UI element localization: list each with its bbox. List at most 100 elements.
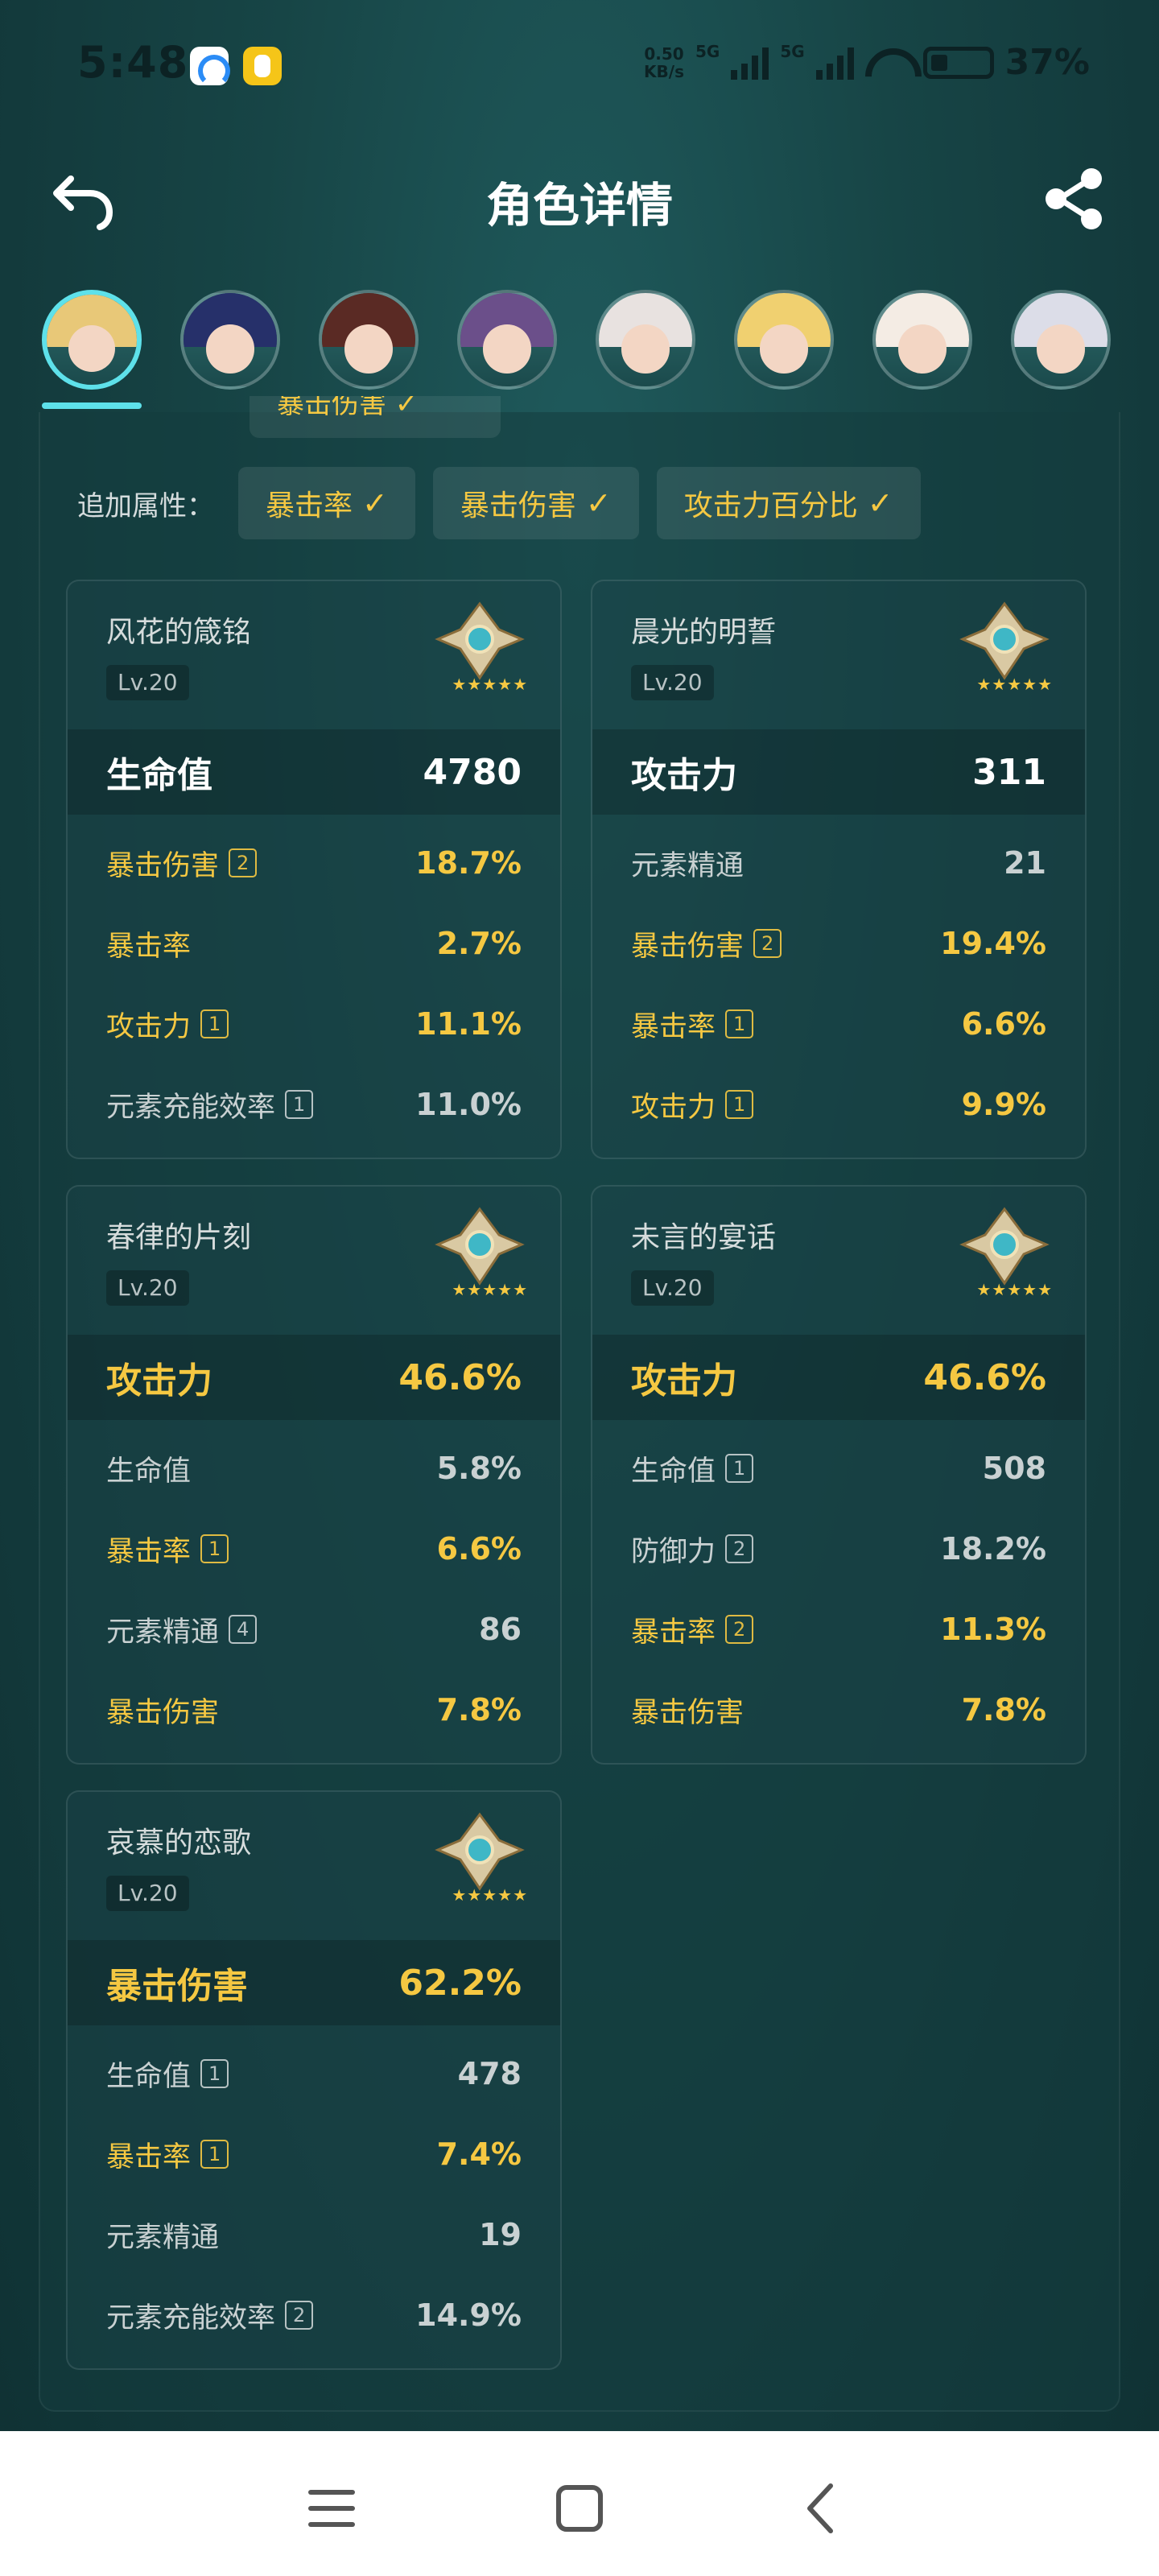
- extra-attributes-label: 追加属性：: [77, 489, 214, 522]
- header: 角色详情: [0, 153, 1159, 242]
- artifact-icon: [435, 601, 525, 680]
- roll-count-badge: 1: [725, 1454, 754, 1483]
- sub-stat-value: 19: [479, 2217, 522, 2252]
- main-attr-chip: 暴击伤害 ✓: [250, 396, 501, 438]
- character-avatar[interactable]: [457, 290, 557, 390]
- artifact-name: 未言的宴话: [631, 1221, 777, 1254]
- extra-attr-chip[interactable]: 攻击力百分比 ✓: [656, 467, 921, 539]
- sub-stat-label: 暴击率: [106, 1535, 192, 1568]
- sub-stat-value: 86: [479, 1612, 522, 1647]
- roll-count-badge: 1: [725, 1009, 754, 1038]
- sub-stat-label: 暴击伤害: [106, 1696, 220, 1729]
- artifact-icon: [435, 1812, 525, 1891]
- sub-stat-label: 暴击率: [106, 2140, 192, 2174]
- sub-stat-row: 元素充能效率 2 14.9%: [68, 2275, 560, 2355]
- signal-label: 5G: [695, 42, 720, 61]
- roll-count-badge: 2: [753, 929, 782, 958]
- main-stat-value: 4780: [423, 751, 522, 793]
- sub-stat-value: 18.2%: [940, 1531, 1046, 1567]
- artifact-name: 哀慕的恋歌: [106, 1827, 252, 1860]
- artifact-level: Lv.20: [631, 665, 714, 700]
- roll-count-badge: 1: [725, 1090, 754, 1119]
- main-stat-row: 生命值 4780: [68, 729, 560, 815]
- artifact-level: Lv.20: [106, 1876, 189, 1911]
- sub-stat-label: 攻击力: [106, 1010, 192, 1043]
- wifi-icon: [865, 45, 912, 80]
- main-stat-label: 攻击力: [631, 755, 737, 796]
- sub-stat-label: 暴击率: [106, 930, 192, 963]
- avatar-face: [344, 324, 394, 374]
- sub-stat-value: 11.0%: [415, 1087, 522, 1122]
- artifact-level: Lv.20: [631, 1270, 714, 1306]
- sub-stat-value: 478: [457, 2056, 522, 2091]
- sub-stat-row: 元素精通 4 86: [68, 1589, 560, 1670]
- avatar-face: [1036, 324, 1086, 374]
- sub-stat-value: 6.6%: [436, 1531, 522, 1567]
- sub-stat-row: 暴击率 2.7%: [68, 903, 560, 984]
- sub-stat-label: 暴击率: [631, 1616, 716, 1649]
- sub-stat-label: 生命值: [631, 1455, 716, 1488]
- extra-attributes: 追加属性： 暴击率 ✓ 暴击伤害 ✓ 攻击力百分比 ✓: [77, 467, 921, 539]
- artifact-card[interactable]: 未言的宴话 Lv.20 ★★★★★ 攻击力 46.6% 生命值 1 508 防御力 2 18.2% 暴…: [591, 1185, 1087, 1765]
- artifact-level: Lv.20: [106, 665, 189, 700]
- sub-stat-label: 元素精通: [106, 1616, 220, 1649]
- rarity-stars: ★★★★★: [452, 1280, 528, 1299]
- main-stat-value: 46.6%: [398, 1356, 522, 1398]
- roll-count-badge: 2: [725, 1534, 754, 1563]
- main-stat-value: 46.6%: [923, 1356, 1046, 1398]
- menu-icon: [308, 2490, 355, 2527]
- sub-stat-value: 508: [982, 1451, 1046, 1486]
- home-square-icon: [556, 2485, 603, 2532]
- character-avatar[interactable]: [596, 290, 695, 390]
- roll-count-badge: 1: [200, 1534, 229, 1563]
- home-button[interactable]: [547, 2476, 612, 2541]
- sub-stat-value: 14.9%: [415, 2297, 522, 2333]
- sub-stat-label: 生命值: [106, 2060, 192, 2093]
- artifact-card[interactable]: 哀慕的恋歌 Lv.20 ★★★★★ 暴击伤害 62.2% 生命值 1 478 暴击率 1 7.4% 元…: [66, 1790, 562, 2370]
- sub-stat-row: 暴击伤害 7.8%: [68, 1670, 560, 1750]
- avatar-face: [482, 324, 532, 374]
- sub-stat-value: 5.8%: [436, 1451, 522, 1486]
- sub-stat-value: 7.8%: [436, 1692, 522, 1728]
- character-avatar[interactable]: [872, 290, 972, 390]
- menu-button[interactable]: [299, 2476, 364, 2541]
- sub-stat-row: 暴击率 1 7.4%: [68, 2114, 560, 2194]
- check-icon: ✓: [867, 485, 893, 521]
- extra-attr-chip[interactable]: 暴击率 ✓: [238, 467, 415, 539]
- main-stat-row: 暴击伤害 62.2%: [68, 1940, 560, 2025]
- signal-icon: [815, 46, 854, 80]
- check-icon: ✓: [585, 485, 612, 521]
- character-avatar[interactable]: [319, 290, 419, 390]
- extra-attr-chip[interactable]: 暴击伤害 ✓: [432, 467, 639, 539]
- status-time: 5:48: [77, 37, 189, 88]
- rarity-stars: ★★★★★: [976, 1280, 1053, 1299]
- artifact-card[interactable]: 风花的箴铭 Lv.20 ★★★★★ 生命值 4780 暴击伤害 2 18.7% 暴击率 2.7% 攻…: [66, 580, 562, 1159]
- sub-stat-row: 暴击伤害 2 19.4%: [592, 903, 1085, 984]
- back-nav-button[interactable]: [789, 2476, 853, 2541]
- artifact-card[interactable]: 春律的片刻 Lv.20 ★★★★★ 攻击力 46.6% 生命值 5.8% 暴击率 1 6.6% 元素…: [66, 1185, 562, 1765]
- battery-percent: 37%: [1004, 42, 1090, 83]
- main-stat-row: 攻击力 46.6%: [592, 1335, 1085, 1420]
- main-stat-label: 生命值: [106, 755, 212, 796]
- sub-stat-value: 7.4%: [436, 2136, 522, 2172]
- roll-count-badge: 1: [200, 2140, 229, 2169]
- artifact-card[interactable]: 晨光的明誓 Lv.20 ★★★★★ 攻击力 311 元素精通 21 暴击伤害 2 19.4% 暴击率…: [591, 580, 1087, 1159]
- app-notification-icon: [190, 47, 230, 87]
- sub-stat-value: 21: [1004, 845, 1046, 881]
- character-tabs: [0, 283, 1159, 412]
- character-avatar[interactable]: [734, 290, 834, 390]
- sub-stat-value: 2.7%: [436, 926, 522, 961]
- share-button[interactable]: [1038, 163, 1111, 235]
- roll-count-badge: 1: [285, 1090, 314, 1119]
- artifact-name: 春律的片刻: [106, 1221, 252, 1254]
- character-avatar[interactable]: [1011, 290, 1111, 390]
- roll-count-badge: 2: [725, 1615, 754, 1644]
- sub-stat-row: 生命值 1 478: [68, 2033, 560, 2114]
- avatar-face: [897, 324, 947, 374]
- sub-stat-row: 暴击伤害 7.8%: [592, 1670, 1085, 1750]
- character-avatar[interactable]: [180, 290, 280, 390]
- artifact-level: Lv.20: [106, 1270, 189, 1306]
- sub-stat-label: 暴击伤害: [631, 1696, 744, 1729]
- character-avatar[interactable]: [42, 290, 142, 390]
- sub-stat-label: 暴击伤害: [106, 849, 220, 882]
